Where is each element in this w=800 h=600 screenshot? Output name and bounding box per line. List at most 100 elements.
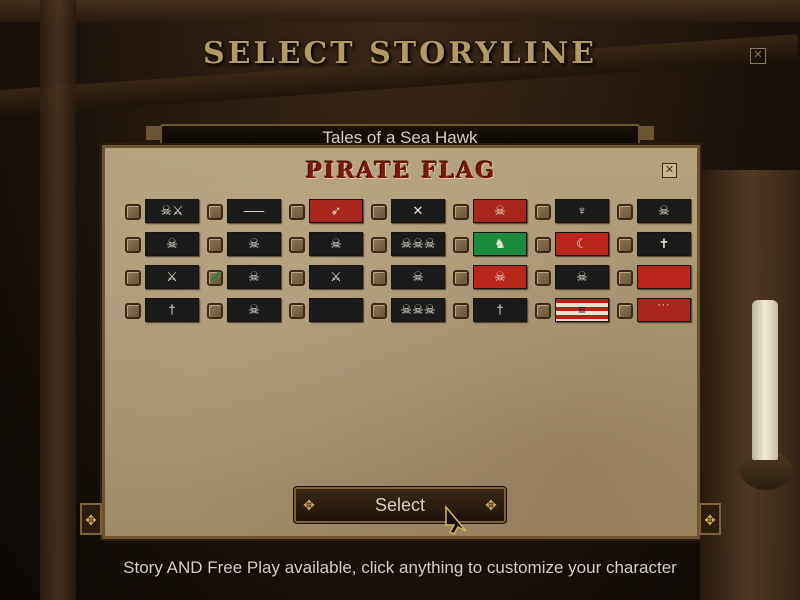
flag-icon[interactable]: ☠ [555,265,609,289]
flag-icon[interactable]: ➶ [309,199,363,223]
flag-icon[interactable]: ☠ [227,265,281,289]
flag-option[interactable]: ✓ ☠ [207,264,287,290]
flag-option[interactable]: ☠ [207,297,287,323]
background-post [40,0,76,600]
storyline-corner-right [640,126,654,140]
cursor-icon [445,505,467,535]
flag-icon[interactable]: ☠ [227,298,281,322]
checkbox[interactable] [617,204,633,220]
flag-option[interactable]: † [125,297,205,323]
flag-icon[interactable]: ☾ [555,232,609,256]
flag-option[interactable]: ☾ [535,231,615,257]
flag-option[interactable]: ≡ [535,297,615,323]
background-beam [0,0,800,22]
checkbox[interactable] [371,204,387,220]
flag-option[interactable]: ˙˙˙ [617,297,697,323]
flag-icon[interactable]: ♞ [473,232,527,256]
flag-icon[interactable] [309,298,363,322]
flag-icon[interactable]: ☠☠☠ [391,232,445,256]
ornament-icon: ✥ [485,497,497,513]
flag-option[interactable] [617,264,697,290]
checkbox[interactable] [207,204,223,220]
checkbox[interactable] [535,303,551,319]
flag-option[interactable]: ♆ [535,198,615,224]
ornament-icon: ✥ [699,503,721,535]
checkbox[interactable] [289,303,305,319]
flag-icon[interactable]: ☠ [227,232,281,256]
flag-icon[interactable]: ⸺ [227,199,281,223]
checkbox[interactable] [535,204,551,220]
flag-icon[interactable]: † [473,298,527,322]
flag-option[interactable]: ☠ [535,264,615,290]
flag-icon[interactable]: ⚔ [145,265,199,289]
flag-option[interactable]: ✕ [371,198,451,224]
flag-icon[interactable]: ♆ [555,199,609,223]
flag-icon[interactable]: ☠ [391,265,445,289]
flag-option[interactable]: ☠ [617,198,697,224]
flag-option[interactable]: ☠ [453,198,533,224]
checkbox[interactable] [535,270,551,286]
footer-hint: Story AND Free Play available, click any… [123,558,677,577]
checkbox[interactable] [125,204,141,220]
flag-option[interactable] [289,297,369,323]
checkbox[interactable] [453,270,469,286]
flag-icon[interactable]: ≡ [555,298,609,322]
dialog-title: PIRATE FLAG [305,158,497,184]
checkbox[interactable] [617,237,633,253]
flag-option[interactable]: ☠☠☠ [371,231,451,257]
flag-option[interactable]: ⚔ [125,264,205,290]
close-icon[interactable]: ✕ [662,163,677,178]
checkbox[interactable] [453,303,469,319]
close-icon[interactable]: ✕ [750,48,766,64]
candle [752,300,778,460]
checkbox[interactable] [125,270,141,286]
checkbox[interactable] [125,237,141,253]
checkbox[interactable] [453,237,469,253]
flag-icon[interactable]: ✕ [391,199,445,223]
flag-icon[interactable]: ☠ [473,199,527,223]
flag-icon[interactable]: ☠☠☠ [391,298,445,322]
flag-option[interactable]: ☠☠☠ [371,297,451,323]
checkbox[interactable] [125,303,141,319]
flag-option[interactable]: ⚔ [289,264,369,290]
select-button[interactable]: ✥ Select ✥ [293,486,507,524]
flag-option[interactable]: † [453,297,533,323]
flag-option[interactable]: ➶ [289,198,369,224]
pirate-flag-dialog: PIRATE FLAG ✕ ☠⚔ ⸺ ➶ ✕ ☠ ♆ ☠ ☠ ☠ ☠ ☠☠☠ ♞ ☾ ✝ ⚔ ✓ ☠ ⚔ ☠ ☠ ☠ † ☠… [100,143,702,541]
ornament-icon: ✥ [303,497,315,513]
flag-icon[interactable]: † [145,298,199,322]
flag-icon[interactable]: ˙˙˙ [637,298,691,322]
flag-option[interactable]: ☠ [289,231,369,257]
checkbox[interactable] [207,303,223,319]
checkbox[interactable] [207,237,223,253]
checkbox[interactable] [617,270,633,286]
flag-icon[interactable]: ☠ [309,232,363,256]
flag-option[interactable]: ♞ [453,231,533,257]
checkbox[interactable] [371,270,387,286]
background-wall [700,170,800,600]
flag-icon[interactable] [637,265,691,289]
flag-icon[interactable]: ☠ [637,199,691,223]
flag-icon[interactable]: ✝ [637,232,691,256]
checkbox-checked[interactable]: ✓ [207,270,223,286]
checkbox[interactable] [289,270,305,286]
flag-icon[interactable]: ☠ [473,265,527,289]
flag-option[interactable]: ☠ [207,231,287,257]
checkbox[interactable] [535,237,551,253]
flag-option[interactable]: ⸺ [207,198,287,224]
flag-option[interactable]: ☠⚔ [125,198,205,224]
flag-icon[interactable]: ⚔ [309,265,363,289]
flag-icon[interactable]: ☠⚔ [145,199,199,223]
checkbox[interactable] [453,204,469,220]
flag-option[interactable]: ☠ [371,264,451,290]
flag-icon[interactable]: ☠ [145,232,199,256]
checkbox[interactable] [371,303,387,319]
checkbox[interactable] [371,237,387,253]
checkbox[interactable] [289,204,305,220]
flag-option[interactable]: ✝ [617,231,697,257]
flag-option[interactable]: ☠ [125,231,205,257]
checkbox[interactable] [289,237,305,253]
checkbox[interactable] [617,303,633,319]
flag-option[interactable]: ☠ [453,264,533,290]
ornament-icon: ✥ [80,503,102,535]
